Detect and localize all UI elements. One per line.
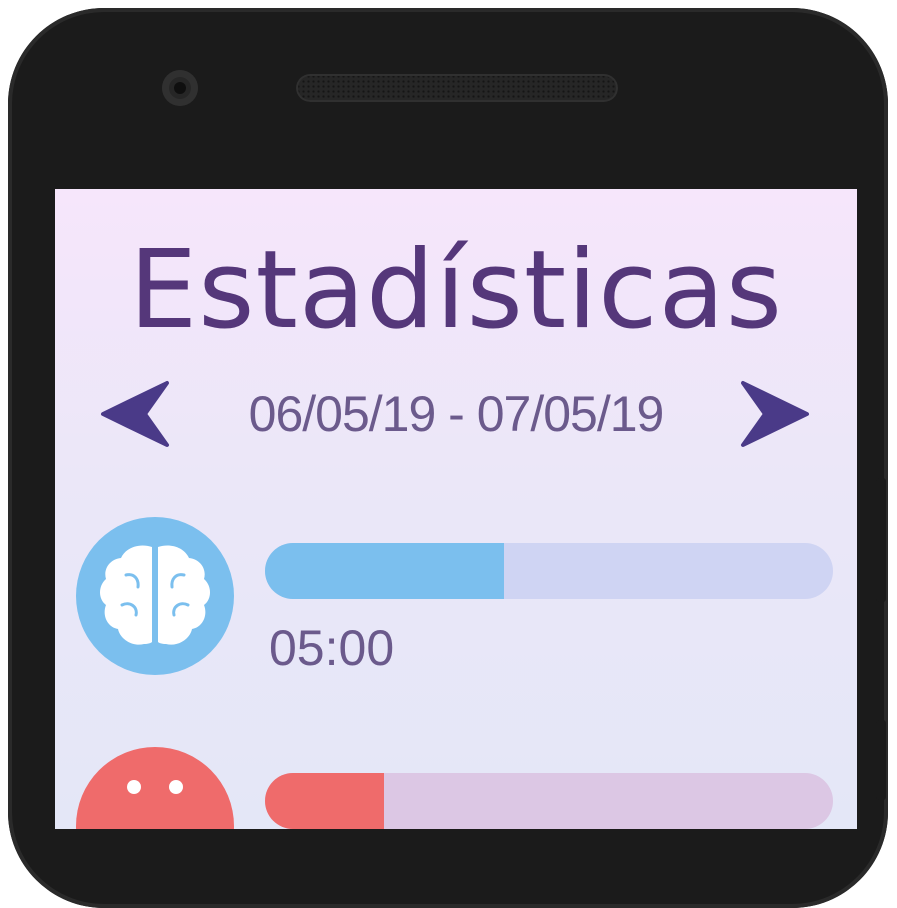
front-camera: [162, 70, 198, 106]
date-navigator: 06/05/19 - 07/05/19: [55, 379, 857, 449]
focus-progress-fill: [265, 543, 504, 599]
brain-icon-badge: [76, 517, 234, 675]
power-button: [876, 478, 886, 602]
phone-frame: Estadísticas 06/05/19 - 07/05/19 05:00: [8, 8, 888, 908]
page-title: Estadísticas: [128, 228, 784, 353]
focus-progress-bar: [265, 543, 833, 599]
date-range-label: 06/05/19 - 07/05/19: [248, 386, 665, 442]
mood-progress-fill: [265, 773, 385, 829]
volume-button: [876, 720, 886, 800]
next-period-button[interactable]: [739, 379, 811, 449]
face-icon-badge: [76, 747, 234, 829]
mood-progress-bar: [265, 773, 833, 829]
chevron-left-icon: [101, 381, 169, 447]
brain-icon: [100, 545, 210, 645]
previous-period-button[interactable]: [99, 379, 171, 449]
chevron-right-icon: [741, 381, 809, 447]
app-screen: Estadísticas 06/05/19 - 07/05/19 05:00: [55, 189, 857, 829]
earpiece-speaker: [296, 74, 618, 102]
focus-time: 05:00: [269, 620, 395, 676]
face-icon: [127, 780, 183, 794]
